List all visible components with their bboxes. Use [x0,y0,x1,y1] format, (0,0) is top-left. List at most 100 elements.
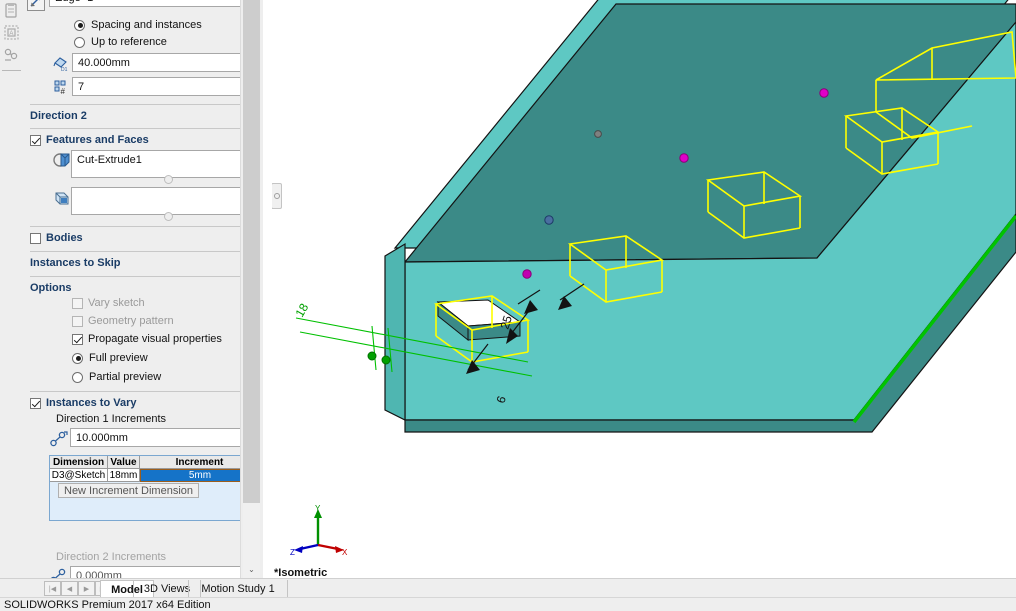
radio-mark [74,20,85,31]
spacing-and-instances-radio[interactable]: Spacing and instances [74,19,202,31]
geometry-pattern-label: Geometry pattern [88,315,174,327]
table-cell-dimension[interactable]: D3@Sketch [50,469,108,482]
propagate-visual-properties-label: Propagate visual properties [88,333,222,345]
up-to-reference-radio[interactable]: Up to reference [74,36,167,48]
triad-z-label: Z [290,548,295,557]
table-header-dimension: Dimension [50,456,108,469]
graphics-area[interactable]: 18 25 6 [272,0,1016,578]
property-manager-panel: Edge<1> Spacing and instances Up to refe… [22,0,262,578]
vary-sketch-checkbox-row[interactable]: Vary sketch [72,297,145,309]
tab-nav-next[interactable]: ▶ [78,581,95,596]
radio-mark [72,372,83,383]
instance-point-marker [820,89,828,97]
group-instances-to-skip[interactable]: Instances to Skip ⌄ [30,253,256,273]
face-select-icon [52,188,70,206]
svg-text:#: # [61,87,66,96]
svg-text:A: A [9,31,13,37]
triad-x-axis [318,545,338,549]
table-cell-value[interactable]: 18mm [108,469,140,482]
checkbox-mark [72,316,83,327]
increment-spacing-icon-d2 [49,566,67,578]
number-of-instances-icon: # [52,78,70,96]
origin-marker [595,131,602,138]
bodies-checkbox[interactable] [30,233,41,244]
spacing-input[interactable]: 40.000mm [72,53,247,72]
triad-x-label: X [342,548,348,557]
checkbox-mark [72,298,83,309]
rail-divider [2,70,21,71]
spacing-and-instances-label: Spacing and instances [91,19,202,31]
tab-motion-study-1[interactable]: Motion Study 1 [188,580,288,598]
direction2-increments-label: Direction 2 Increments [56,551,166,563]
instances-to-vary-checkbox[interactable] [30,398,41,409]
divider [30,251,254,252]
view-orientation-label: *Isometric [274,567,327,578]
full-preview-radio[interactable]: Full preview [72,352,148,364]
new-increment-dimension-row[interactable]: New Increment Dimension [58,483,199,498]
group-instances-to-skip-label: Instances to Skip [30,257,120,269]
propagate-visual-properties-checkbox-row[interactable]: Propagate visual properties [72,333,222,345]
instance-point-marker [523,270,531,278]
group-features-and-faces[interactable]: Features and Faces ⌃ [30,130,256,150]
model-canvas[interactable]: 18 25 6 [272,0,1016,578]
group-features-and-faces-label: Features and Faces [46,134,149,146]
features-selection-box[interactable]: Cut-Extrude1 [71,150,261,178]
dimension-arrow-dot [382,356,390,364]
group-direction-2[interactable]: Direction 2 ⌄ [30,106,256,126]
group-instances-to-vary[interactable]: Instances to Vary ⌃ [30,393,256,413]
checkbox-mark [72,334,83,345]
edge-selection-field[interactable]: Edge<1> [49,0,261,7]
geometry-pattern-checkbox-row[interactable]: Geometry pattern [72,315,174,327]
group-direction-2-label: Direction 2 [30,110,87,122]
divider [30,276,254,277]
scroll-down-button[interactable]: ⌄ [243,561,260,578]
group-options-label: Options [30,282,72,294]
resize-grip-dot[interactable] [164,212,173,221]
group-bodies-label: Bodies [46,232,83,244]
direction1-increment-input[interactable]: 10.000mm [70,428,250,447]
partial-preview-label: Partial preview [89,371,161,383]
model: 18 25 6 [272,0,1016,578]
scrollbar-thumb[interactable] [243,0,260,503]
features-and-faces-checkbox[interactable] [30,135,41,146]
status-bar-text: SOLIDWORKS Premium 2017 x64 Edition [4,599,211,611]
triad-y-label: Y [315,504,321,513]
feature-select-icon [52,150,70,168]
divider [30,226,254,227]
direction2-increment-input[interactable]: 0.000mm [70,566,250,578]
feature-manager-icon[interactable] [3,2,20,19]
group-bodies[interactable]: Bodies ⌄ [30,228,256,248]
tab-nav-prev[interactable]: ◀ [61,581,78,596]
spacing-d1-icon: D1 [52,54,70,72]
resize-grip-dot[interactable] [164,175,173,184]
status-bar: SOLIDWORKS Premium 2017 x64 Edition [0,597,1016,611]
instance-point-marker [680,154,688,162]
radio-mark [74,37,85,48]
panel-resize-handle[interactable] [272,183,282,209]
reverse-direction-icon[interactable] [26,0,44,10]
divider [30,391,254,392]
partial-preview-radio[interactable]: Partial preview [72,371,161,383]
orientation-triad: Y X Z [290,505,350,555]
property-manager-scrollbar[interactable]: ⌄ [240,0,263,578]
configuration-manager-icon[interactable] [3,46,20,63]
manager-tab-rail: A [0,0,22,578]
increments-table[interactable]: Dimension Value Increment D3@Sketch 18mm… [49,455,261,521]
tab-nav-first[interactable]: |◀ [44,581,61,596]
faces-selection-box[interactable] [71,187,261,215]
dimension-arrow-dot [368,352,376,360]
document-tab-bar: |◀ ◀ ▶ ▶| Model 3D Views Motion Study 1 [0,578,1016,598]
up-to-reference-label: Up to reference [91,36,167,48]
group-instances-to-vary-label: Instances to Vary [46,397,137,409]
property-manager-icon[interactable]: A [3,24,20,41]
vary-sketch-label: Vary sketch [88,297,145,309]
table-header-value: Value [108,456,140,469]
svg-text:D1: D1 [61,67,68,73]
group-options[interactable]: Options ⌃ [30,278,256,298]
increment-spacing-icon [49,429,67,447]
radio-mark [72,353,83,364]
solidworks-window: A Edge<1> Spacing and in [0,0,1016,610]
direction1-increments-label: Direction 1 Increments [56,413,166,425]
divider [30,128,254,129]
instances-input[interactable]: 7 [72,77,247,96]
